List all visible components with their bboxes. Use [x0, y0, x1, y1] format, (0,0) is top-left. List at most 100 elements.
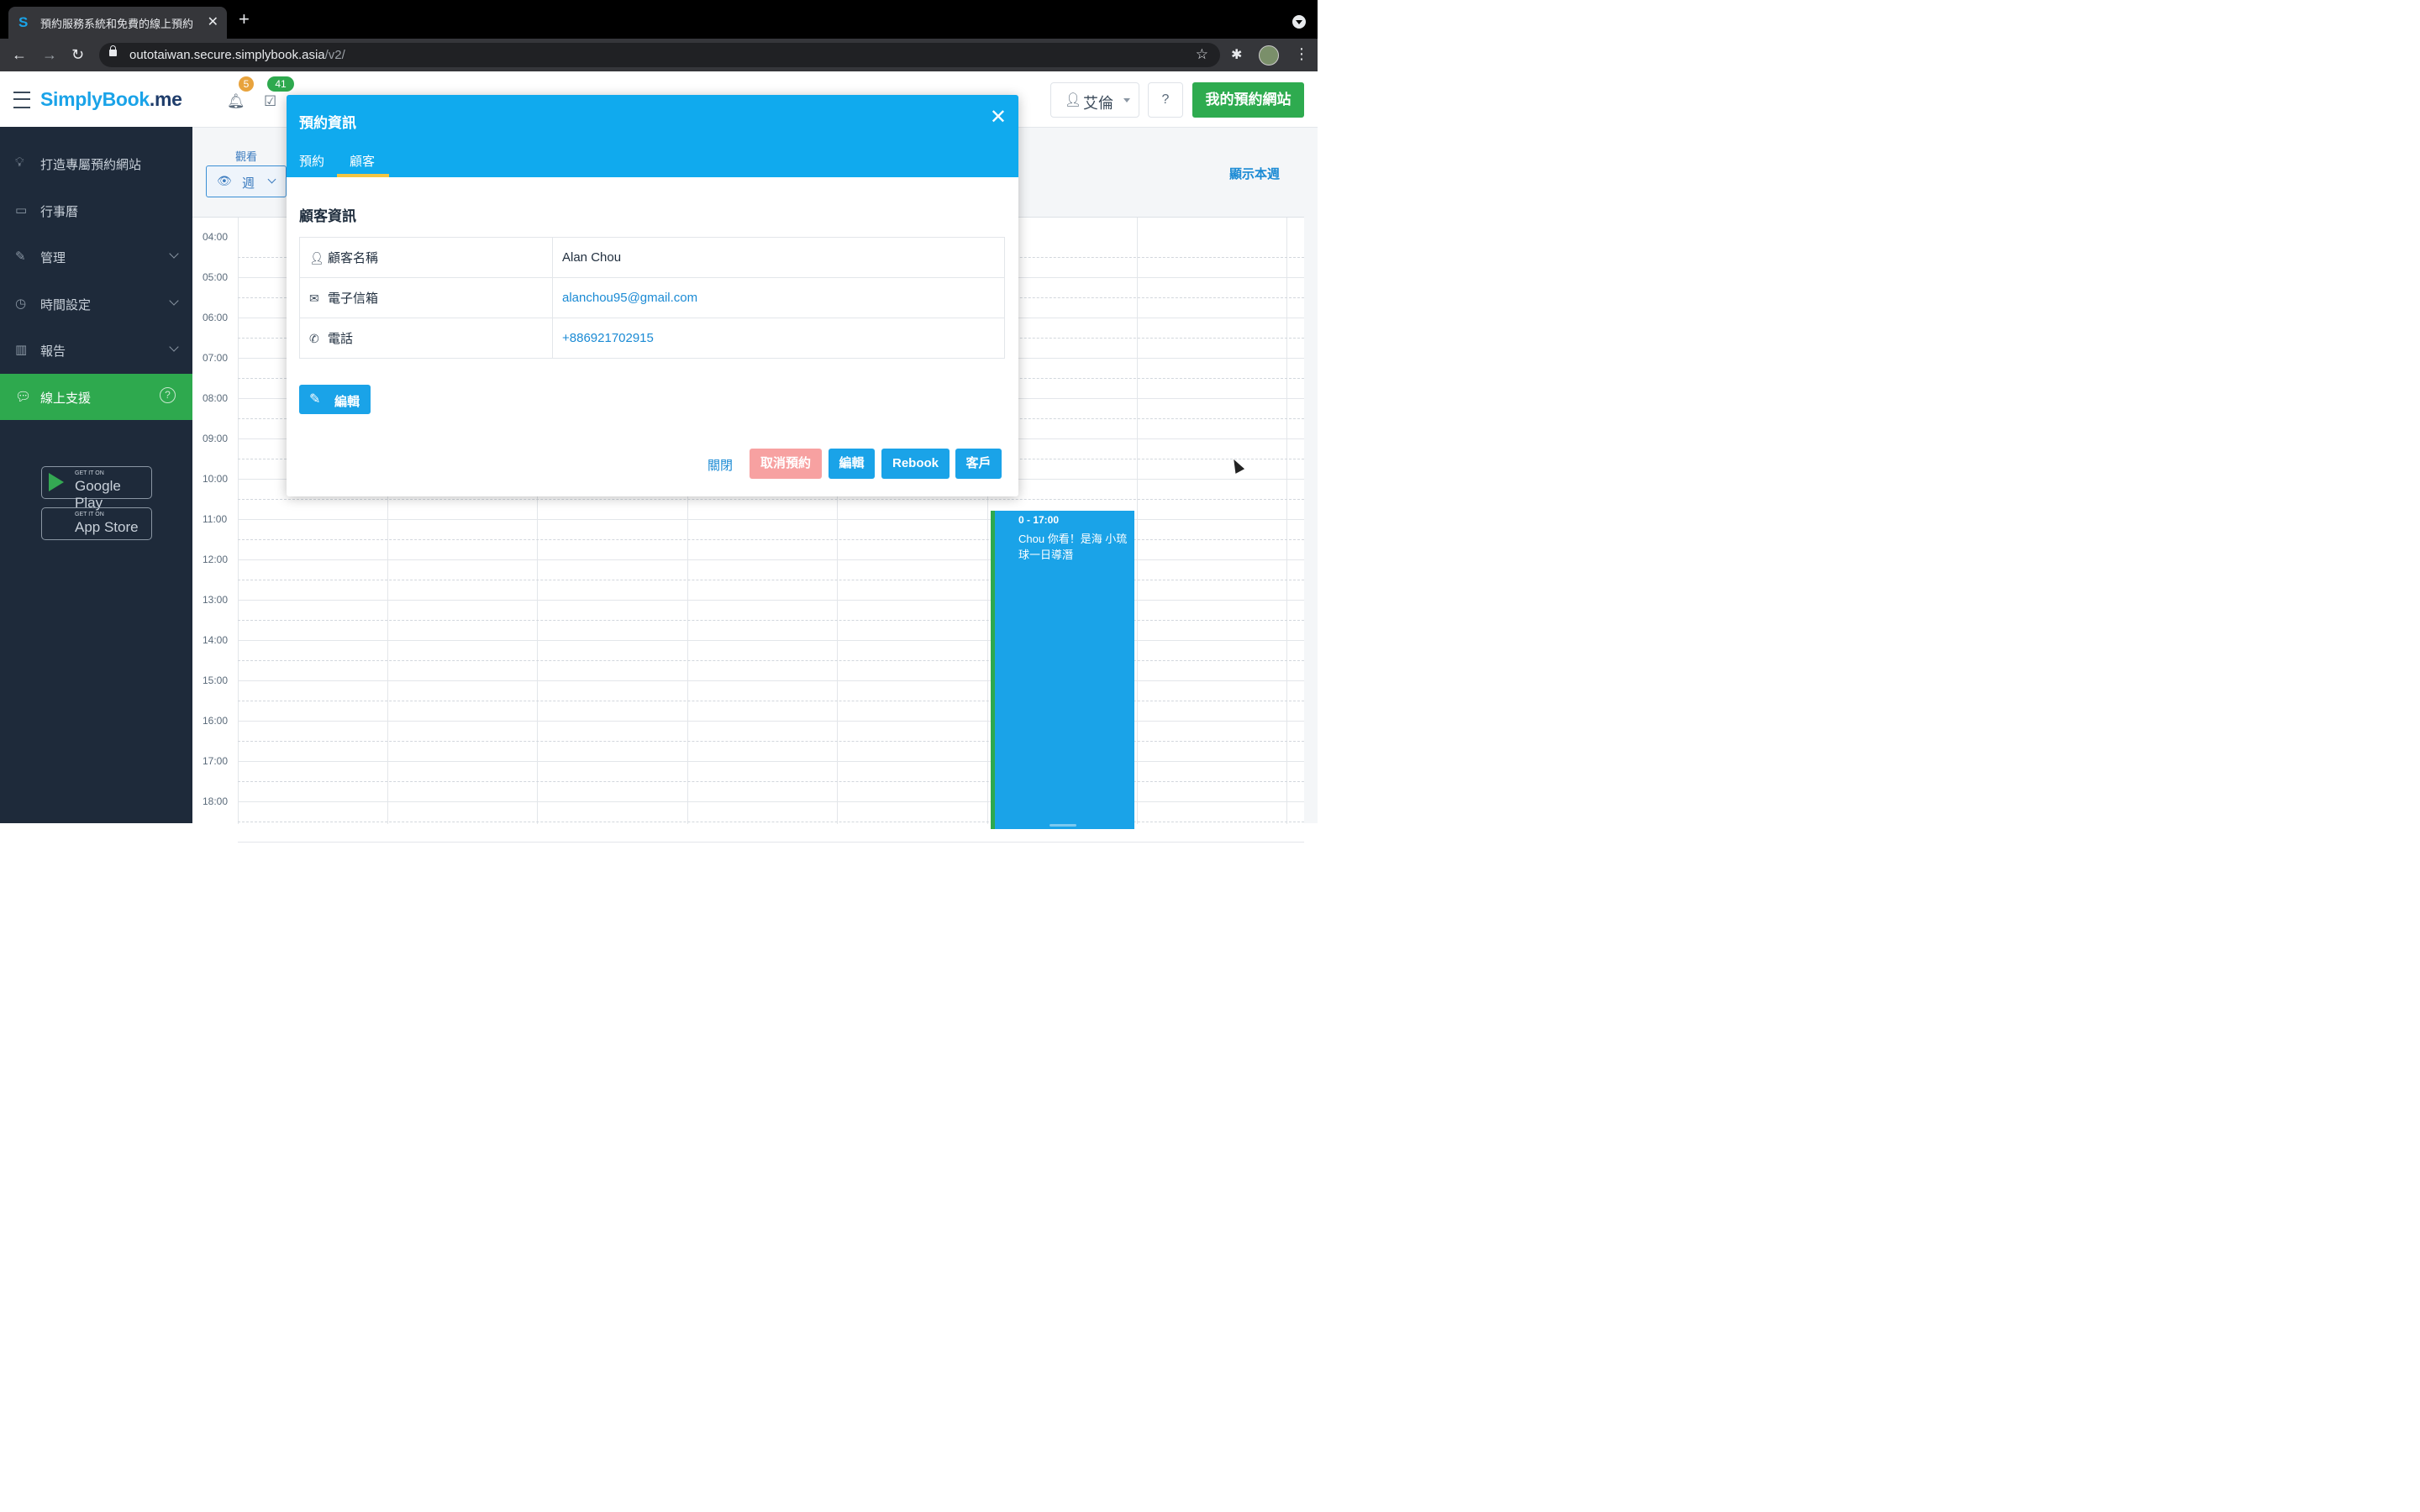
tasks-calendar-icon[interactable]: ☑ [264, 93, 276, 110]
tab-close-icon[interactable]: ✕ [208, 13, 218, 30]
hour-line [238, 761, 1304, 762]
rebook-button[interactable]: Rebook [881, 449, 950, 479]
calendar-icon: ▭ [15, 203, 28, 218]
profile-avatar[interactable] [1259, 45, 1279, 66]
cancel-booking-button[interactable]: 取消預約 [750, 449, 822, 479]
tab-customer[interactable]: 顧客 [350, 152, 375, 170]
customer-name-value: Alan Chou [552, 237, 1005, 278]
half-hour-line [238, 539, 1304, 540]
lock-icon [109, 45, 117, 56]
active-tab-indicator [337, 174, 389, 177]
chart-icon: ▥ [15, 343, 28, 357]
hour-line [238, 801, 1304, 802]
key-label: 顧客名稱 [328, 251, 379, 265]
view-select[interactable]: 👁︎ 週 [206, 165, 287, 197]
help-icon[interactable]: ? [1148, 82, 1183, 118]
bookmark-star-icon[interactable]: ☆ [1196, 46, 1208, 63]
hour-line [238, 842, 1304, 843]
half-hour-line [238, 781, 1304, 782]
dialog-title: 預約資訊 [299, 115, 356, 131]
row-key: 👤︎ 顧客名稱 [299, 237, 553, 278]
back-icon[interactable]: ← [12, 46, 27, 63]
simplybook-favicon-icon: S [18, 14, 29, 30]
phone-link[interactable]: +886921702915 [552, 318, 1005, 359]
close-icon[interactable]: ✕ [990, 107, 1007, 129]
google-play-icon [49, 473, 64, 491]
tasks-badge: 41 [267, 76, 294, 92]
half-hour-line [238, 741, 1304, 742]
extensions-icon[interactable]: ✱ [1231, 46, 1242, 63]
event-description: Chou 你看！是海 小琉球一日導潛 [1018, 533, 1128, 561]
client-button[interactable]: 客戶 [955, 449, 1002, 479]
hour-row: 18:00 [192, 795, 1304, 843]
user-icon: 👤︎ [309, 251, 324, 265]
edit-booking-button[interactable]: 編輯 [829, 449, 875, 479]
browser-tab[interactable]: S 預約服務系統和免費的線上預約 ✕ [8, 7, 227, 39]
forward-icon[interactable]: → [42, 46, 57, 63]
edit-icon: ✎ [309, 392, 321, 407]
dialog-header: 預約資訊 ✕ 預約 顧客 [287, 95, 1018, 177]
envelope-icon: ✉ [309, 291, 319, 305]
view-value: 週 [242, 176, 255, 191]
sidebar-item-time-settings[interactable]: ◷ 時間設定 [0, 281, 192, 327]
hour-line [238, 640, 1304, 641]
url-text: outotaiwan.secure.simplybook.asia/v2/ [129, 48, 345, 62]
sidebar-item-manage[interactable]: ✎ 管理 [0, 234, 192, 280]
close-link[interactable]: 關閉 [708, 456, 733, 474]
table-row: ✆ 電話 +886921702915 [299, 318, 1005, 359]
google-play-badge[interactable]: GET IT ON Google Play [41, 466, 152, 511]
sidebar-item-label: 線上支援 [40, 391, 92, 406]
hour-row: 13:00 [192, 594, 1304, 641]
chevron-down-icon [1123, 98, 1130, 102]
eye-icon: 👁︎ [217, 174, 232, 187]
sidebar-item-booking-site[interactable]: 💡︎ 打造專屬預約網站 [0, 140, 192, 186]
sidebar-item-reports[interactable]: ▥ 報告 [0, 327, 192, 373]
address-bar[interactable]: outotaiwan.secure.simplybook.asia/v2/ ☆ [99, 43, 1220, 67]
phone-icon: ✆ [309, 332, 319, 345]
key-label: 電話 [328, 332, 354, 346]
tab-booking[interactable]: 預約 [299, 152, 324, 170]
url-path: /v2/ [324, 48, 345, 62]
half-hour-line [238, 620, 1304, 621]
simplybook-logo[interactable]: SimplyBook.me [40, 88, 182, 111]
browser-toolbar: ← → ↻ outotaiwan.secure.simplybook.asia/… [0, 39, 1318, 71]
clock-icon: ◷ [15, 297, 27, 311]
hour-row: 11:00 [192, 513, 1304, 560]
edit-customer-button[interactable]: ✎ 編輯 [299, 385, 371, 414]
booking-info-dialog: 預約資訊 ✕ 預約 顧客 顧客資訊 👤︎ 顧客名稱 Alan Chou ✉ 電子信箱… [287, 95, 1018, 496]
chat-icon: 💬︎ [15, 390, 32, 404]
key-label: 電子信箱 [328, 291, 379, 306]
sidebar: 💡︎ 打造專屬預約網站 ▭ 行事曆 ✎ 管理 ◷ 時間設定 ▥ 報告 💬︎ 線上… [0, 127, 192, 823]
sidebar-item-label: 報告 [40, 344, 66, 359]
resize-handle[interactable] [1050, 824, 1076, 827]
half-hour-line [238, 660, 1304, 661]
logo-suffix: .me [149, 88, 182, 110]
tab-search-icon[interactable] [1292, 15, 1306, 29]
new-tab-icon[interactable]: + [239, 10, 250, 29]
email-link[interactable]: alanchou95@gmail.com [552, 277, 1005, 318]
view-label: 觀看 [235, 150, 258, 163]
app-store-badge[interactable]: GET IT ON App Store [41, 507, 152, 540]
reload-icon[interactable]: ↻ [71, 46, 84, 63]
hour-label: 04:00 [203, 231, 229, 243]
notification-badge: 5 [239, 76, 254, 92]
my-booking-site-button[interactable]: 我的預約網站 [1192, 82, 1304, 118]
sidebar-item-calendar[interactable]: ▭ 行事曆 [0, 187, 192, 234]
hamburger-menu-icon[interactable] [13, 92, 30, 108]
hour-line [238, 721, 1304, 722]
logo-main: SimplyBook [40, 88, 150, 110]
hour-line [238, 680, 1304, 681]
help-icon[interactable]: ? [160, 387, 176, 403]
show-this-week-link[interactable]: 顯示本週 [1229, 165, 1280, 182]
booking-event[interactable]: 0 - 17:00 Chou 你看！是海 小琉球一日導潛 [991, 511, 1134, 829]
hour-row: 17:00 [192, 755, 1304, 802]
half-hour-line [238, 499, 1304, 500]
customer-info-table: 👤︎ 顧客名稱 Alan Chou ✉ 電子信箱 alanchou95@gmail.… [299, 237, 1005, 359]
sidebar-item-online-support[interactable]: 💬︎ 線上支援 ? [0, 374, 192, 420]
hour-row: 12:00 [192, 554, 1304, 601]
browser-menu-icon[interactable]: ⋮ [1294, 45, 1309, 62]
user-menu[interactable]: 👤︎ 艾倫 [1050, 82, 1139, 118]
sidebar-item-label: 行事曆 [40, 205, 79, 219]
sidebar-item-label: 時間設定 [40, 298, 92, 312]
bell-icon[interactable]: 🔔︎ [227, 93, 245, 110]
